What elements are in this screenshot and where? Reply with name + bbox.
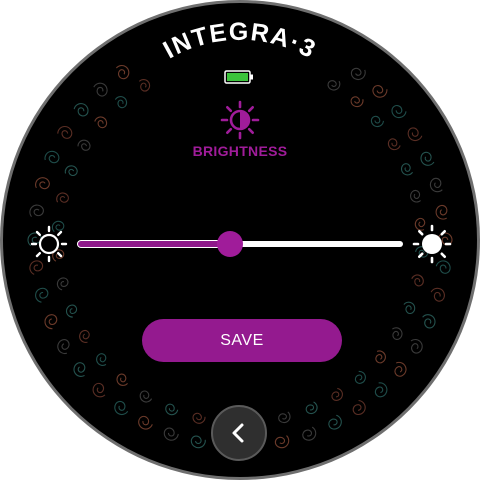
sun-low-icon [30, 225, 68, 263]
save-button[interactable]: SAVE [142, 319, 342, 362]
sun-high-icon [412, 224, 452, 264]
slider-thumb[interactable] [217, 231, 243, 257]
slider-fill [77, 240, 230, 248]
chevron-left-icon [232, 423, 244, 443]
watch-face: INTEGRA·3 BRIGHTNESS SAVE [3, 3, 477, 477]
battery-icon [224, 70, 253, 84]
svg-text:INTEGRA·3: INTEGRA·3 [159, 18, 322, 65]
brightness-icon [220, 100, 260, 140]
watch-screen: INTEGRA·3 BRIGHTNESS SAVE [0, 0, 480, 480]
back-button[interactable] [211, 405, 267, 461]
setting-title: BRIGHTNESS [192, 143, 288, 159]
brightness-slider[interactable] [77, 230, 403, 258]
